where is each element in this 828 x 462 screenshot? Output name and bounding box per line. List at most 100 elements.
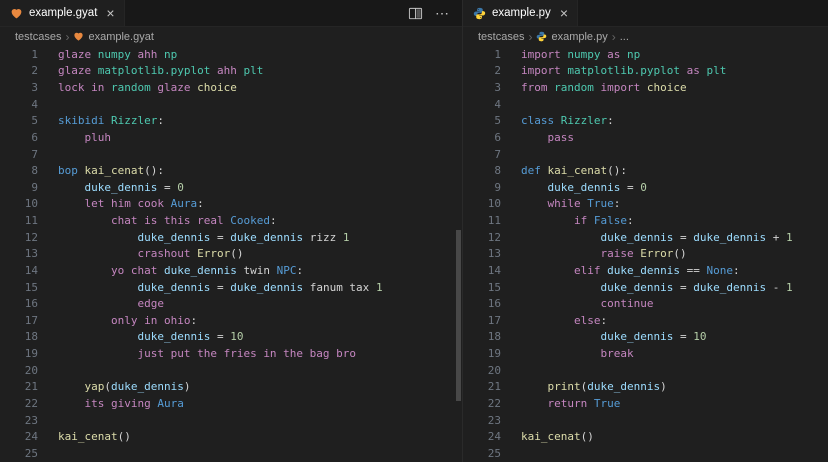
breadcrumb-item-symbol[interactable]: ... — [620, 31, 629, 43]
close-tab-icon[interactable]: × — [106, 6, 114, 20]
code-line[interactable]: 14 yo chat duke_dennis twin NPC: — [0, 262, 462, 279]
code-line[interactable]: 19 break — [463, 345, 828, 362]
tab-example-gyat[interactable]: example.gyat × — [0, 0, 125, 26]
code-line[interactable]: 25 — [0, 445, 462, 462]
code-line[interactable]: 23 — [463, 412, 828, 429]
code-line[interactable]: 8def kai_cenat(): — [463, 162, 828, 179]
code-editor-python[interactable]: 1import numpy as np2import matplotlib.py… — [463, 46, 828, 462]
line-number[interactable]: 3 — [463, 81, 501, 94]
code-line[interactable]: 9 duke_dennis = 0 — [0, 179, 462, 196]
code-line[interactable]: 9 duke_dennis = 0 — [463, 179, 828, 196]
close-tab-icon[interactable]: × — [560, 6, 568, 20]
breadcrumb-item-file[interactable]: example.py — [536, 31, 607, 43]
breadcrumb-item-testcases[interactable]: testcases — [478, 31, 524, 43]
code-line[interactable]: 17 only in ohio: — [0, 312, 462, 329]
code-line[interactable]: 1glaze numpy ahh np — [0, 46, 462, 63]
line-number[interactable]: 9 — [0, 181, 38, 194]
line-number[interactable]: 11 — [0, 214, 38, 227]
line-number[interactable]: 17 — [0, 314, 38, 327]
line-number[interactable]: 14 — [463, 264, 501, 277]
line-number[interactable]: 5 — [463, 114, 501, 127]
code-line[interactable]: 13 crashout Error() — [0, 246, 462, 263]
code-line[interactable]: 25 — [463, 445, 828, 462]
code-line[interactable]: 24kai_cenat() — [0, 428, 462, 445]
more-actions-icon[interactable]: ⋯ — [435, 5, 450, 22]
code-line[interactable]: 24kai_cenat() — [463, 428, 828, 445]
line-number[interactable]: 6 — [0, 131, 38, 144]
code-line[interactable]: 11 if False: — [463, 212, 828, 229]
line-number[interactable]: 11 — [463, 214, 501, 227]
line-number[interactable]: 19 — [463, 347, 501, 360]
line-number[interactable]: 13 — [0, 247, 38, 260]
code-line[interactable]: 20 — [0, 362, 462, 379]
code-line[interactable]: 5class Rizzler: — [463, 113, 828, 130]
line-number[interactable]: 15 — [463, 281, 501, 294]
line-number[interactable]: 24 — [463, 430, 501, 443]
code-line[interactable]: 17 else: — [463, 312, 828, 329]
code-line[interactable]: 19 just put the fries in the bag bro — [0, 345, 462, 362]
vertical-scrollbar-thumb[interactable] — [456, 230, 461, 401]
line-number[interactable]: 19 — [0, 347, 38, 360]
code-line[interactable]: 23 — [0, 412, 462, 429]
line-number[interactable]: 16 — [0, 297, 38, 310]
code-line[interactable]: 1import numpy as np — [463, 46, 828, 63]
code-line[interactable]: 14 elif duke_dennis == None: — [463, 262, 828, 279]
line-number[interactable]: 7 — [463, 148, 501, 161]
code-line[interactable]: 11 chat is this real Cooked: — [0, 212, 462, 229]
code-line[interactable]: 6 pass — [463, 129, 828, 146]
code-line[interactable]: 15 duke_dennis = duke_dennis fanum tax 1 — [0, 279, 462, 296]
line-number[interactable]: 2 — [0, 64, 38, 77]
code-line[interactable]: 21 print(duke_dennis) — [463, 379, 828, 396]
code-line[interactable]: 18 duke_dennis = 10 — [0, 329, 462, 346]
code-line[interactable]: 12 duke_dennis = duke_dennis + 1 — [463, 229, 828, 246]
code-line[interactable]: 16 edge — [0, 295, 462, 312]
line-number[interactable]: 24 — [0, 430, 38, 443]
line-number[interactable]: 20 — [0, 364, 38, 377]
line-number[interactable]: 21 — [463, 380, 501, 393]
code-editor-gyat[interactable]: 1glaze numpy ahh np2glaze matplotlib.pyp… — [0, 46, 462, 462]
line-number[interactable]: 5 — [0, 114, 38, 127]
line-number[interactable]: 7 — [0, 148, 38, 161]
line-number[interactable]: 25 — [463, 447, 501, 460]
line-number[interactable]: 10 — [0, 197, 38, 210]
code-line[interactable]: 7 — [0, 146, 462, 163]
code-line[interactable]: 22 return True — [463, 395, 828, 412]
code-line[interactable]: 3lock in random glaze choice — [0, 79, 462, 96]
line-number[interactable]: 23 — [463, 414, 501, 427]
split-editor-icon[interactable] — [408, 6, 423, 21]
line-number[interactable]: 18 — [0, 330, 38, 343]
code-line[interactable]: 2import matplotlib.pyplot as plt — [463, 63, 828, 80]
breadcrumb-item-testcases[interactable]: testcases — [15, 31, 61, 43]
line-number[interactable]: 13 — [463, 247, 501, 260]
line-number[interactable]: 21 — [0, 380, 38, 393]
code-line[interactable]: 10 while True: — [463, 196, 828, 213]
code-line[interactable]: 21 yap(duke_dennis) — [0, 379, 462, 396]
code-line[interactable]: 12 duke_dennis = duke_dennis rizz 1 — [0, 229, 462, 246]
line-number[interactable]: 9 — [463, 181, 501, 194]
line-number[interactable]: 22 — [463, 397, 501, 410]
line-number[interactable]: 2 — [463, 64, 501, 77]
code-line[interactable]: 7 — [463, 146, 828, 163]
code-line[interactable]: 8bop kai_cenat(): — [0, 162, 462, 179]
line-number[interactable]: 14 — [0, 264, 38, 277]
line-number[interactable]: 22 — [0, 397, 38, 410]
code-line[interactable]: 2glaze matplotlib.pyplot ahh plt — [0, 63, 462, 80]
line-number[interactable]: 18 — [463, 330, 501, 343]
code-line[interactable]: 4 — [463, 96, 828, 113]
line-number[interactable]: 1 — [0, 48, 38, 61]
line-number[interactable]: 6 — [463, 131, 501, 144]
line-number[interactable]: 4 — [0, 98, 38, 111]
code-line[interactable]: 16 continue — [463, 295, 828, 312]
line-number[interactable]: 8 — [463, 164, 501, 177]
code-line[interactable]: 6 pluh — [0, 129, 462, 146]
code-line[interactable]: 3from random import choice — [463, 79, 828, 96]
line-number[interactable]: 16 — [463, 297, 501, 310]
line-number[interactable]: 10 — [463, 197, 501, 210]
line-number[interactable]: 25 — [0, 447, 38, 460]
code-line[interactable]: 18 duke_dennis = 10 — [463, 329, 828, 346]
code-line[interactable]: 10 let him cook Aura: — [0, 196, 462, 213]
code-line[interactable]: 20 — [463, 362, 828, 379]
line-number[interactable]: 3 — [0, 81, 38, 94]
code-line[interactable]: 13 raise Error() — [463, 246, 828, 263]
tab-example-py[interactable]: example.py × — [463, 0, 578, 26]
